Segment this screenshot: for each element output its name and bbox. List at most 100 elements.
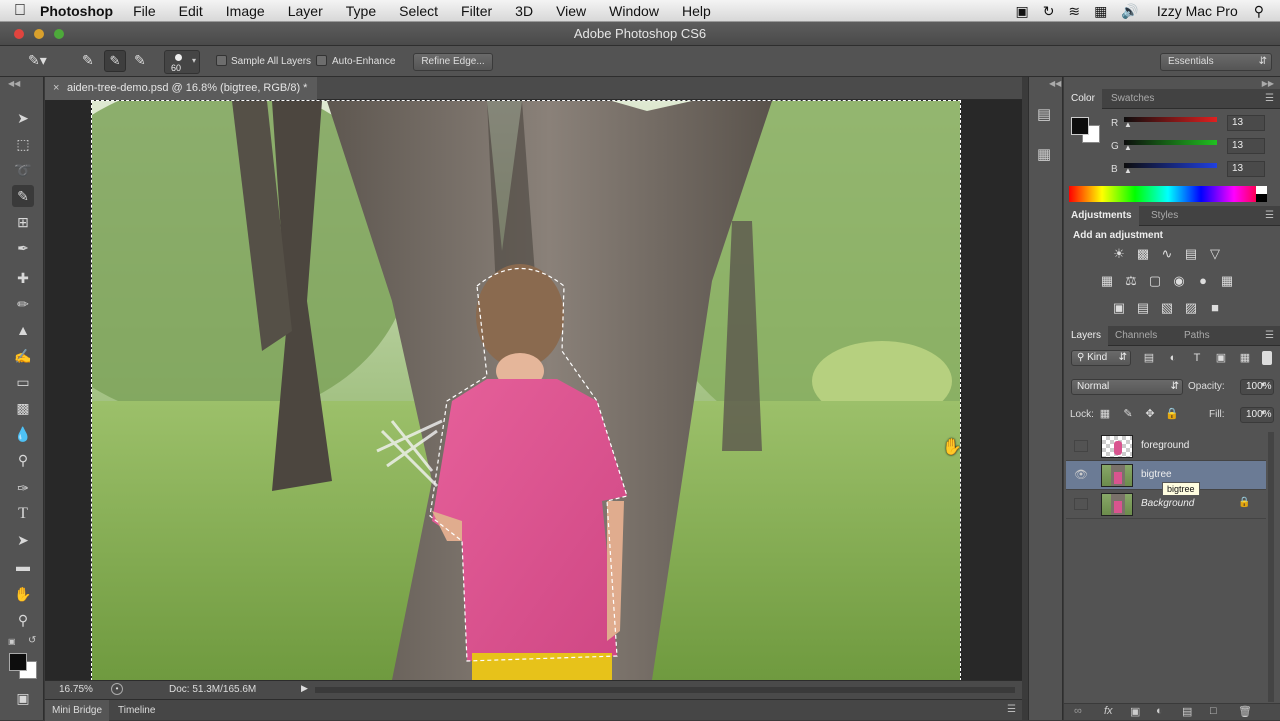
tab-channels[interactable]: Channels: [1108, 326, 1164, 346]
clone-stamp-tool-icon[interactable]: ▲: [12, 319, 34, 341]
lock-transparency-icon[interactable]: ▦: [1096, 405, 1114, 423]
shape-tool-icon[interactable]: ▬: [12, 555, 34, 577]
auto-enhance-checkbox[interactable]: [316, 55, 327, 66]
tab-swatches[interactable]: Swatches: [1104, 89, 1161, 109]
type-tool-icon[interactable]: T: [12, 503, 34, 525]
blue-slider[interactable]: [1124, 163, 1217, 168]
fill-dropdown-icon[interactable]: ▾: [1261, 408, 1265, 417]
menu-layer[interactable]: Layer: [288, 3, 323, 19]
image-canvas[interactable]: ✋: [91, 100, 961, 681]
new-layer-icon[interactable]: □: [1210, 705, 1217, 717]
lock-all-icon[interactable]: 🔒: [1163, 405, 1181, 423]
new-group-icon[interactable]: ▤: [1182, 705, 1192, 718]
layer-name[interactable]: bigtree: [1141, 469, 1172, 480]
zoom-level[interactable]: 16.75%: [59, 684, 93, 695]
menu-help[interactable]: Help: [682, 3, 711, 19]
layer-filter-kind-select[interactable]: ⚲ Kind ⇵: [1071, 350, 1131, 366]
dodge-tool-icon[interactable]: ⚲: [12, 449, 34, 471]
lock-position-icon[interactable]: ✥: [1141, 405, 1159, 423]
status-menu-arrow-icon[interactable]: ▶: [301, 683, 308, 694]
layers-scrollbar[interactable]: [1268, 432, 1274, 702]
horizontal-scrollbar[interactable]: [315, 687, 1015, 693]
user-name[interactable]: Izzy Mac Pro: [1157, 3, 1238, 19]
panel-menu-icon[interactable]: ☰: [1007, 704, 1016, 715]
brush-size-picker[interactable]: 60 ▾: [164, 50, 200, 74]
zoom-window-icon[interactable]: [54, 29, 64, 39]
add-to-selection-icon[interactable]: ✎: [104, 50, 126, 72]
threshold-icon[interactable]: ▧: [1158, 299, 1176, 317]
menu-app-name[interactable]: Photoshop: [40, 3, 113, 19]
healing-brush-tool-icon[interactable]: ✚: [12, 267, 34, 289]
delete-layer-icon[interactable]: 🗑: [1238, 705, 1252, 718]
red-slider[interactable]: [1124, 117, 1217, 122]
fill-field[interactable]: 100%: [1240, 407, 1274, 423]
tab-mini-bridge[interactable]: Mini Bridge: [45, 700, 110, 721]
eyedropper-tool-icon[interactable]: ✒: [12, 237, 34, 259]
sample-all-layers-checkbox[interactable]: [216, 55, 227, 66]
pen-tool-icon[interactable]: ✑: [12, 477, 34, 499]
apple-menu-icon[interactable]: : [0, 2, 40, 20]
spotlight-search-icon[interactable]: ⚲: [1254, 3, 1264, 20]
minimize-window-icon[interactable]: [34, 29, 44, 39]
zoom-tool-icon[interactable]: ⚲: [12, 609, 34, 631]
status-info-icon[interactable]: •: [111, 683, 123, 695]
layer-name[interactable]: Background: [1141, 498, 1194, 509]
default-colors-icon[interactable]: ▣: [8, 637, 16, 646]
black-white-icon[interactable]: ▢: [1146, 272, 1164, 290]
blue-value[interactable]: 13: [1227, 161, 1265, 177]
green-slider-thumb-icon[interactable]: ▲: [1124, 143, 1132, 152]
menu-filter[interactable]: Filter: [461, 3, 492, 19]
sync-icon[interactable]: ↻: [1043, 3, 1055, 20]
menu-view[interactable]: View: [556, 3, 586, 19]
link-layers-icon[interactable]: ∞: [1074, 705, 1082, 717]
gradient-map-icon[interactable]: ■: [1206, 299, 1224, 317]
lock-image-icon[interactable]: ✎: [1119, 405, 1137, 423]
visibility-toggle[interactable]: [1074, 440, 1088, 452]
menu-image[interactable]: Image: [226, 3, 265, 19]
adjustments-panel-menu-icon[interactable]: ☰: [1265, 210, 1274, 221]
layer-row-foreground[interactable]: foreground: [1066, 432, 1266, 461]
expand-panels-icon[interactable]: ◀◀: [1049, 79, 1061, 88]
filter-pixel-icon[interactable]: ▤: [1140, 349, 1158, 367]
foreground-color-swatch[interactable]: [9, 653, 27, 671]
brush-tool-icon[interactable]: ✏: [12, 293, 34, 315]
vibrance-icon[interactable]: ▽: [1206, 245, 1224, 263]
selective-color-icon[interactable]: ▨: [1182, 299, 1200, 317]
lasso-tool-icon[interactable]: ➰: [12, 159, 34, 181]
levels-icon[interactable]: ▩: [1134, 245, 1152, 263]
volume-icon[interactable]: 🔊: [1121, 3, 1138, 20]
tab-paths[interactable]: Paths: [1177, 326, 1217, 346]
photo-filter-icon[interactable]: ◉: [1170, 272, 1188, 290]
hand-tool-icon[interactable]: ✋: [12, 583, 34, 605]
quick-mask-icon[interactable]: ▣: [12, 687, 34, 709]
eraser-tool-icon[interactable]: ▭: [12, 371, 34, 393]
channel-mixer-icon[interactable]: ●: [1194, 272, 1212, 290]
opacity-dropdown-icon[interactable]: ▾: [1261, 380, 1265, 389]
layer-style-icon[interactable]: fx: [1104, 705, 1113, 717]
menu-select[interactable]: Select: [399, 3, 438, 19]
history-panel-icon[interactable]: ▤: [1037, 105, 1051, 123]
color-lookup-icon[interactable]: ▦: [1218, 272, 1236, 290]
swap-colors-icon[interactable]: ↺: [28, 635, 36, 646]
menu-edit[interactable]: Edit: [179, 3, 203, 19]
layers-panel-menu-icon[interactable]: ☰: [1265, 330, 1274, 341]
filter-adjustment-icon[interactable]: ◐: [1164, 349, 1182, 367]
color-spectrum-ramp[interactable]: [1069, 186, 1267, 202]
tab-color[interactable]: Color: [1064, 89, 1102, 109]
collapse-toolbar-icon[interactable]: ◀◀: [8, 79, 20, 88]
properties-panel-icon[interactable]: ▦: [1037, 145, 1051, 163]
blue-slider-thumb-icon[interactable]: ▲: [1124, 166, 1132, 175]
posterize-icon[interactable]: ▤: [1134, 299, 1152, 317]
exposure-icon[interactable]: ▤: [1182, 245, 1200, 263]
eye-icon[interactable]: 👁: [1074, 469, 1088, 481]
move-tool-icon[interactable]: ➤: [12, 107, 34, 129]
opacity-field[interactable]: 100%: [1240, 379, 1274, 395]
display-icon[interactable]: ▣: [1015, 3, 1028, 20]
blur-tool-icon[interactable]: 💧: [12, 423, 34, 445]
tab-styles[interactable]: Styles: [1144, 206, 1185, 226]
filter-type-icon[interactable]: T: [1188, 349, 1206, 367]
collapse-panels-icon[interactable]: ▶▶: [1262, 79, 1274, 88]
date-icon[interactable]: ▦: [1094, 3, 1107, 20]
menu-type[interactable]: Type: [346, 3, 376, 19]
menu-file[interactable]: File: [133, 3, 156, 19]
